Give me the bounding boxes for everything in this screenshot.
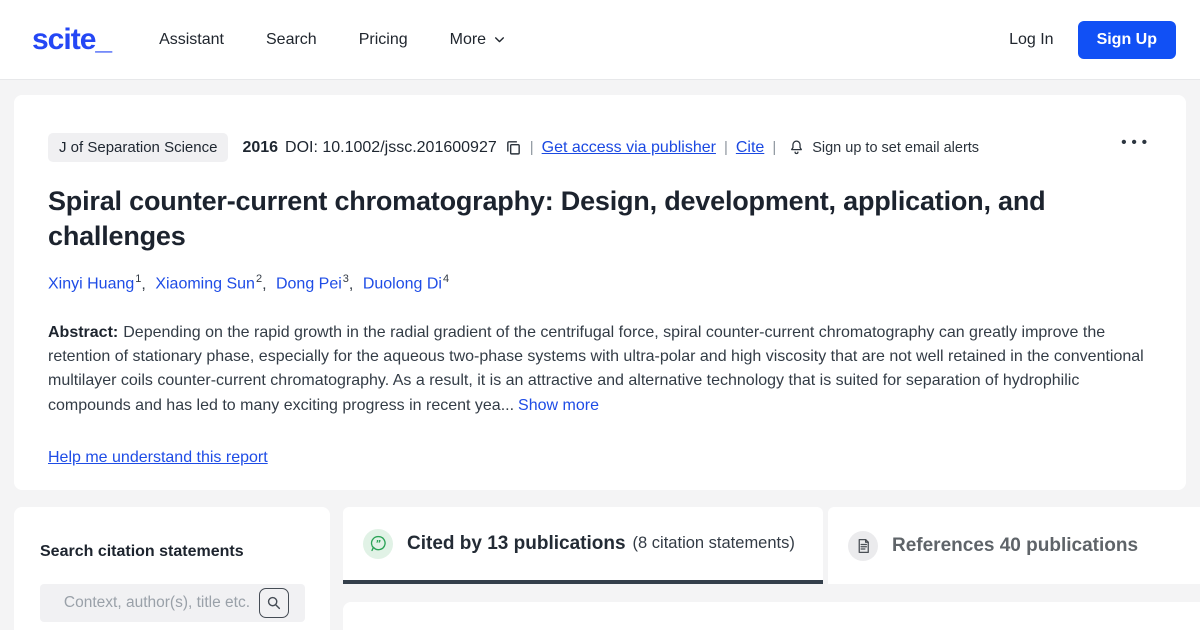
publication-year: 2016 [242, 138, 279, 156]
nav-item-pricing[interactable]: Pricing [359, 31, 408, 49]
document-icon [848, 530, 878, 561]
doi-text: DOI: 10.1002/jssc.201600927 [285, 138, 497, 156]
email-alerts-link[interactable]: Sign up to set email alerts [812, 140, 979, 156]
paper-report-card: J of Separation Science 2016 DOI: 10.100… [14, 95, 1186, 490]
citation-search-button[interactable] [259, 588, 289, 618]
get-access-link[interactable]: Get access via publisher [542, 139, 716, 157]
signup-button[interactable]: Sign Up [1077, 20, 1176, 59]
nav-item-search[interactable]: Search [266, 31, 317, 49]
cite-link[interactable]: Cite [736, 139, 764, 157]
svg-text:”: ” [375, 539, 381, 549]
help-understand-link[interactable]: Help me understand this report [48, 449, 268, 467]
author-separator: , [262, 275, 267, 293]
author-affiliation-sup: 4 [442, 273, 450, 286]
author-affiliation-sup: 3 [342, 273, 349, 286]
magnifier-icon [266, 595, 282, 611]
nav-search-label: Search [266, 30, 317, 48]
tab-references[interactable]: References 40 publications [828, 507, 1200, 584]
scite-logo[interactable]: scite_ [32, 23, 112, 57]
tab-cited-by[interactable]: ” Cited by 13 publications (8 citation s… [343, 507, 823, 584]
nav-assistant-label: Assistant [159, 30, 224, 48]
show-more-link[interactable]: Show more [518, 397, 599, 414]
author-separator: , [348, 275, 354, 293]
citation-search-panel: Search citation statements [14, 507, 330, 630]
author-link[interactable]: Duolong Di [363, 276, 442, 293]
abstract-paragraph: Abstract: Depending on the rapid growth i… [48, 321, 1152, 419]
paper-title: Spiral counter-current chromatography: D… [48, 186, 1046, 252]
authors-line: Xinyi Huang1, Xiaoming Sun2, Dong Pei3, … [48, 273, 1152, 293]
author-separator: , [141, 275, 146, 293]
top-navbar: scite_ Assistant Search Pricing More Log… [0, 0, 1200, 80]
separator: | [772, 139, 777, 156]
login-link[interactable]: Log In [1009, 31, 1053, 49]
abstract-label: Abstract: [48, 323, 119, 341]
quote-bubble-icon: ” [363, 528, 393, 559]
cited-by-label: Cited by 13 publications [407, 532, 626, 554]
copy-icon [505, 139, 522, 156]
references-label: References 40 publications [892, 534, 1139, 556]
copy-doi-button[interactable] [505, 139, 522, 156]
author-link[interactable]: Dong Pei [276, 276, 342, 293]
citation-search-box [40, 584, 305, 622]
overflow-menu-button[interactable]: ••• [1121, 134, 1152, 161]
chevron-down-icon [493, 33, 506, 46]
citation-statements-count: (8 citation statements) [632, 534, 795, 552]
author-link[interactable]: Xiaoming Sun [155, 276, 255, 293]
nav-item-assistant[interactable]: Assistant [159, 31, 224, 49]
main-nav: Assistant Search Pricing More [159, 31, 506, 49]
nav-item-more[interactable]: More [450, 31, 506, 49]
nav-pricing-label: Pricing [358, 30, 408, 48]
author-link[interactable]: Xinyi Huang [48, 276, 134, 293]
paper-meta-row: J of Separation Science 2016 DOI: 10.100… [48, 133, 1152, 162]
separator: | [529, 139, 534, 156]
citation-search-heading: Search citation statements [40, 543, 244, 560]
journal-badge: J of Separation Science [48, 133, 229, 162]
separator: | [723, 139, 728, 156]
bell-icon [788, 139, 805, 156]
nav-more-label: More [449, 30, 487, 48]
citations-content-card [343, 602, 1200, 630]
